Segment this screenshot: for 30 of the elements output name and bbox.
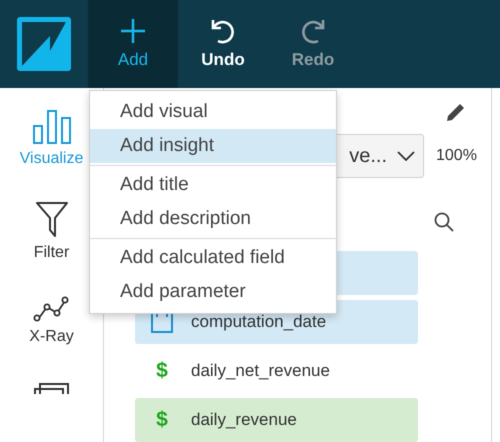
toolbar-button[interactable]: Undo <box>178 0 268 88</box>
field-row[interactable]: $ daily_revenue <box>135 398 418 442</box>
sidebar-label: X-Ray <box>29 328 74 346</box>
redo-icon <box>299 18 327 44</box>
calendar-icon <box>151 311 173 333</box>
field-row[interactable]: $ daily_net_revenue <box>135 349 418 393</box>
menu-item[interactable]: Add insight <box>90 129 336 163</box>
toolbar-button[interactable]: Add <box>88 0 178 88</box>
dollar-icon: $ <box>151 359 173 383</box>
sidebar-label: Filter <box>34 244 70 262</box>
filter-icon <box>36 202 68 238</box>
stacked-pages-icon <box>34 380 70 394</box>
sidebar-item[interactable]: Filter <box>34 202 70 262</box>
undo-icon <box>209 18 237 44</box>
zoom-level: 100% <box>436 147 477 165</box>
bar-chart-icon <box>32 110 70 144</box>
menu-item[interactable]: Add calculated field <box>90 241 336 275</box>
menu-item[interactable]: Add title <box>90 168 336 202</box>
dollar-icon: $ <box>151 408 173 432</box>
chevron-down-icon <box>397 151 415 161</box>
sidebar-item[interactable] <box>34 380 70 394</box>
menu-item[interactable]: Add visual <box>90 95 336 129</box>
line-chart-icon <box>33 296 70 322</box>
logo-icon <box>17 17 71 71</box>
plus-icon <box>120 18 146 44</box>
search-icon[interactable] <box>434 212 454 232</box>
sidebar-label: Visualize <box>20 150 84 168</box>
menu-item[interactable]: Add description <box>90 202 336 236</box>
sidebar-item[interactable]: X-Ray <box>29 296 74 346</box>
pencil-icon <box>446 102 466 122</box>
